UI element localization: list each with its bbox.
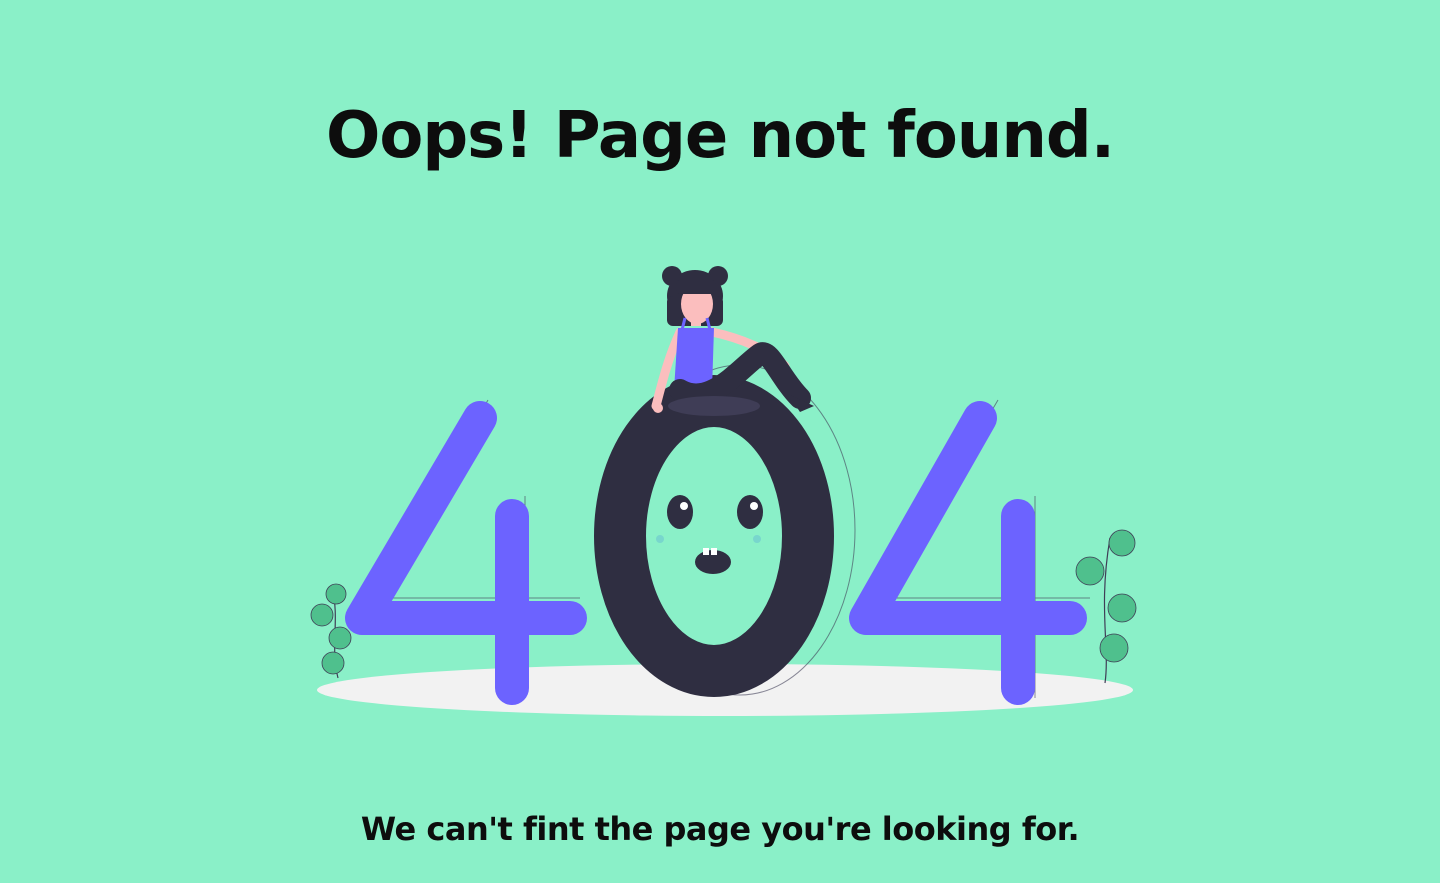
digit-zero [594, 375, 834, 697]
not-found-page: Oops! Page not found. We can't fint the … [0, 0, 1440, 883]
digit-four-right [849, 401, 1087, 705]
page-subtitle: We can't fint the page you're looking fo… [360, 810, 1080, 848]
digit-four-left [345, 401, 587, 705]
404-illustration [310, 266, 1137, 716]
page-title: Oops! Page not found. [325, 99, 1115, 173]
right-plant-icon [1075, 529, 1137, 684]
digit-zero-face [656, 495, 763, 574]
left-plant-icon [310, 583, 352, 679]
